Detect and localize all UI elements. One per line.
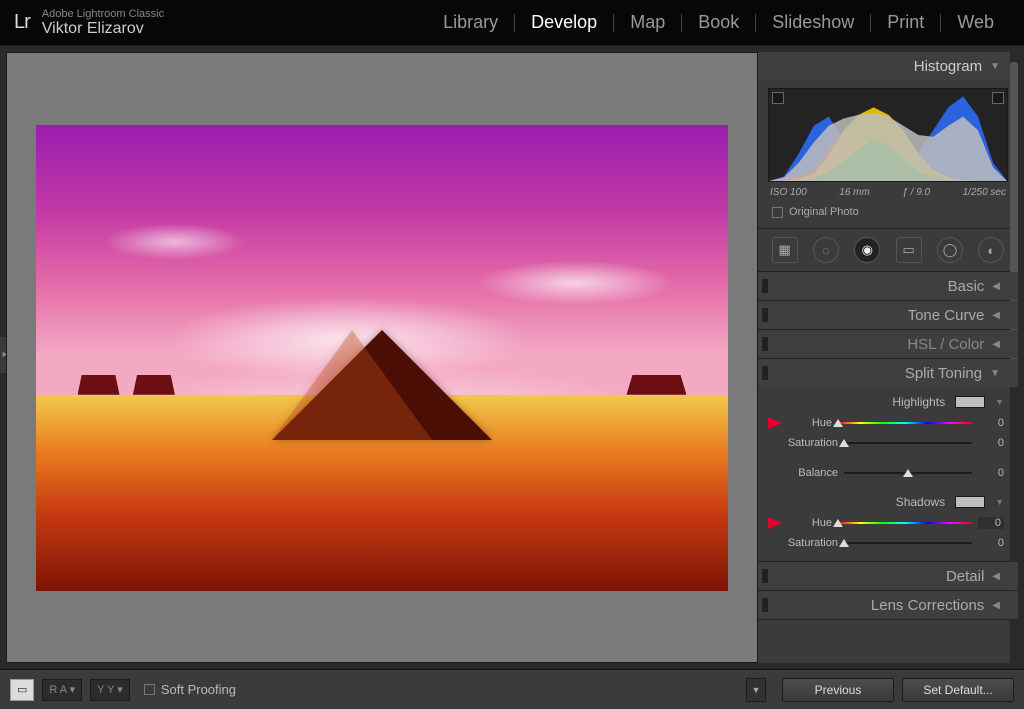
app-logo: Lr [14, 11, 30, 34]
histogram-title: Histogram [914, 58, 982, 75]
balance-label: Balance [768, 467, 838, 479]
saturation-label: Saturation [768, 437, 838, 449]
nav-develop[interactable]: Develop [515, 12, 613, 33]
shadows-saturation-slider[interactable] [844, 539, 972, 547]
saturation-label: Saturation [768, 537, 838, 549]
soft-proofing-label: Soft Proofing [161, 682, 236, 697]
soft-proofing-checkbox[interactable] [144, 684, 155, 695]
balance-slider[interactable] [844, 469, 972, 477]
meta-focal: 16 mm [839, 187, 870, 198]
previous-button[interactable]: Previous [782, 678, 894, 702]
original-photo-label: Original Photo [789, 206, 859, 218]
adjustment-brush-tool[interactable]: ◐ [978, 237, 1004, 263]
hue-label: Hue [784, 517, 832, 529]
nav-print[interactable]: Print [871, 12, 940, 33]
highlights-color-swatch[interactable] [955, 396, 985, 408]
chevron-down-icon: ▼ [990, 61, 1000, 72]
nav-book[interactable]: Book [682, 12, 755, 33]
shadows-label: Shadows [896, 495, 945, 509]
meta-aperture: ƒ / 9.0 [902, 187, 930, 198]
highlights-saturation-slider[interactable] [844, 439, 972, 447]
highlights-hue-slider[interactable] [838, 419, 972, 427]
main: ▸ Histogram ▼ [0, 46, 1024, 669]
panel-header-histogram[interactable]: Histogram ▼ [758, 52, 1018, 80]
title-block: Adobe Lightroom Classic Viktor Elizarov [42, 8, 164, 38]
graduated-filter-tool[interactable]: ▭ [896, 237, 922, 263]
chevron-down-icon: ▼ [990, 368, 1000, 379]
balance-value[interactable]: 0 [978, 467, 1004, 479]
panel-histogram: Histogram ▼ ISO 100 16 mm ƒ / 9.0 1/250 … [758, 52, 1018, 229]
app-root: Lr Adobe Lightroom Classic Viktor Elizar… [0, 0, 1024, 709]
right-panel: Histogram ▼ ISO 100 16 mm ƒ / 9.0 1/250 … [758, 52, 1018, 663]
before-after-ra-button[interactable]: R A ▾ [42, 679, 82, 701]
original-photo-checkbox[interactable] [772, 207, 783, 218]
image-canvas[interactable] [6, 52, 758, 663]
annotation-pointer-icon [768, 517, 782, 529]
chevron-down-icon: ▼ [995, 397, 1004, 407]
loupe-view-button[interactable]: ▭ [10, 679, 34, 701]
highlights-label: Highlights [892, 395, 945, 409]
header: Lr Adobe Lightroom Classic Viktor Elizar… [0, 0, 1024, 46]
shadows-hue-value[interactable]: 0 [978, 517, 1004, 529]
before-after-yy-button[interactable]: Y Y ▾ [90, 679, 130, 701]
chevron-left-icon: ◀ [992, 310, 1000, 321]
nav-library[interactable]: Library [427, 12, 514, 33]
spot-removal-tool[interactable]: ◌ [813, 237, 839, 263]
histogram-meta: ISO 100 16 mm ƒ / 9.0 1/250 sec [768, 182, 1008, 202]
histogram-chart[interactable] [768, 88, 1008, 182]
toolbar-dropdown[interactable]: ▼ [746, 678, 766, 702]
crop-tool[interactable]: ▦ [772, 237, 798, 263]
shadows-hue-slider[interactable] [838, 519, 972, 527]
panel-header-hsl[interactable]: HSL / Color◀ [758, 330, 1018, 358]
app-title: Adobe Lightroom Classic [42, 8, 164, 20]
chevron-left-icon: ◀ [992, 600, 1000, 611]
shadows-color-swatch[interactable] [955, 496, 985, 508]
chevron-down-icon: ▼ [995, 497, 1004, 507]
preview-photo [36, 125, 728, 591]
panel-header-split-toning[interactable]: Split Toning ▼ [758, 359, 1018, 387]
meta-shutter: 1/250 sec [963, 187, 1006, 198]
redeye-tool[interactable]: ◉ [854, 237, 880, 263]
panel-header-basic[interactable]: Basic◀ [758, 272, 1018, 300]
meta-iso: ISO 100 [770, 187, 807, 198]
hue-label: Hue [784, 417, 832, 429]
chevron-left-icon: ◀ [992, 281, 1000, 292]
nav-web[interactable]: Web [941, 12, 1010, 33]
tool-strip: ▦ ◌ ◉ ▭ ◯ ◐ [758, 229, 1018, 272]
panel-header-lens-corrections[interactable]: Lens Corrections◀ [758, 591, 1018, 619]
panel-header-tone-curve[interactable]: Tone Curve◀ [758, 301, 1018, 329]
nav-map[interactable]: Map [614, 12, 681, 33]
annotation-pointer-icon [768, 417, 782, 429]
toolbar-footer: ▭ R A ▾ Y Y ▾ Soft Proofing ▼ Previous S… [0, 669, 1024, 709]
highlights-hue-value[interactable]: 0 [978, 417, 1004, 429]
catalog-name: Viktor Elizarov [42, 20, 164, 38]
chevron-left-icon: ◀ [992, 571, 1000, 582]
panel-split-toning: Split Toning ▼ Highlights ▼ Hue 0 [758, 359, 1018, 562]
set-default-button[interactable]: Set Default... [902, 678, 1014, 702]
panel-header-detail[interactable]: Detail◀ [758, 562, 1018, 590]
highlights-saturation-value[interactable]: 0 [978, 437, 1004, 449]
radial-filter-tool[interactable]: ◯ [937, 237, 963, 263]
module-nav: LibraryDevelopMapBookSlideshowPrintWeb [427, 12, 1010, 33]
chevron-left-icon: ◀ [992, 339, 1000, 350]
nav-slideshow[interactable]: Slideshow [756, 12, 870, 33]
shadows-saturation-value[interactable]: 0 [978, 537, 1004, 549]
